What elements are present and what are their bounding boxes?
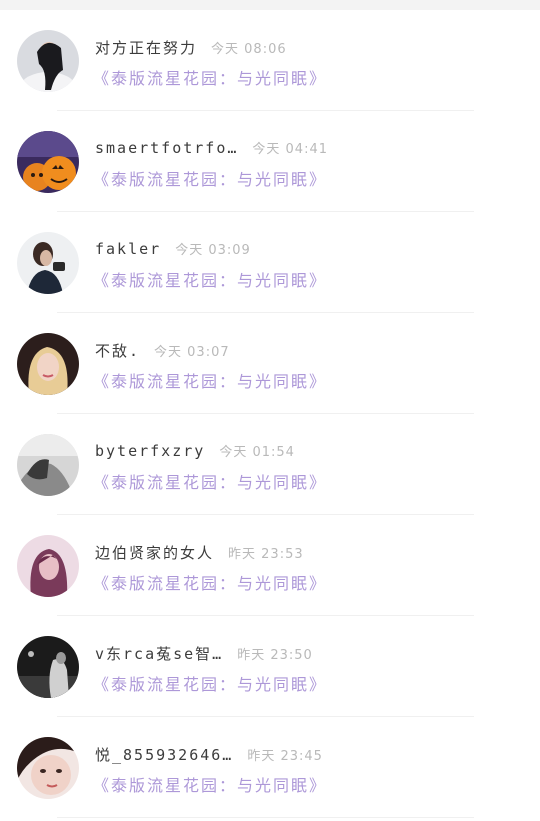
comment-item[interactable]: 对方正在努力 今天 08:06 《泰版流星花园：与光同眠》 [0,10,540,111]
avatar-dark-street-icon[interactable] [17,636,79,698]
comment-message: 《泰版流星花园：与光同眠》 [93,69,328,88]
comment-time: 今天 08:06 [211,42,287,57]
comment-message: 《泰版流星花园：与光同眠》 [93,271,328,290]
commenter-name[interactable]: v东rca菟se智… [95,643,223,664]
comment-time: 今天 01:54 [219,445,295,460]
avatar-blonde-girl-icon[interactable] [17,333,79,395]
comment-list: 对方正在努力 今天 08:06 《泰版流星花园：与光同眠》 smaertfotr… [0,10,540,818]
commenter-name[interactable]: 边伯贤家的女人 [95,542,214,563]
commenter-name[interactable]: fakler [95,240,161,258]
commenter-name[interactable]: byterfxzry [95,442,205,460]
comment-item[interactable]: byterfxzry 今天 01:54 《泰版流星花园：与光同眠》 [0,414,540,515]
comment-time: 昨天 23:50 [237,648,313,663]
comment-message: 《泰版流星花园：与光同眠》 [93,776,328,795]
avatar-bw-portrait-icon[interactable] [17,434,79,496]
comment-message: 《泰版流星花园：与光同眠》 [93,170,328,189]
comment-time: 昨天 23:45 [247,749,323,764]
item-divider [57,817,474,818]
comment-time: 昨天 23:53 [228,547,304,562]
commenter-name[interactable]: 对方正在努力 [95,37,197,58]
comment-item[interactable]: fakler 今天 03:09 《泰版流星花园：与光同眠》 [0,212,540,313]
avatar-pink-girl-icon[interactable] [17,535,79,597]
comment-item[interactable]: 边伯贤家的女人 昨天 23:53 《泰版流星花园：与光同眠》 [0,515,540,616]
top-divider-strip [0,0,540,10]
avatar-girl-white-shirt-icon[interactable] [17,30,79,92]
comment-time: 今天 03:09 [175,243,251,258]
comment-message: 《泰版流星花园：与光同眠》 [93,675,328,694]
comment-time: 今天 03:07 [154,345,230,360]
commenter-name[interactable]: smaertfotrfo… [95,139,238,157]
comment-item[interactable]: v东rca菟se智… 昨天 23:50 《泰版流星花园：与光同眠》 [0,616,540,717]
commenter-name[interactable]: 不敌. [95,340,140,361]
commenter-name[interactable]: 悦_855932646… [95,744,233,765]
comment-message: 《泰版流星花园：与光同眠》 [93,372,328,391]
comment-item[interactable]: smaertfotrfo… 今天 04:41 《泰版流星花园：与光同眠》 [0,111,540,212]
comment-message: 《泰版流星花园：与光同眠》 [93,574,328,593]
avatar-girl-closeup-icon[interactable] [17,737,79,799]
comment-item[interactable]: 悦_855932646… 昨天 23:45 《泰版流星花园：与光同眠》 [0,717,540,818]
avatar-girl-camera-icon[interactable] [17,232,79,294]
comment-time: 今天 04:41 [252,142,329,157]
comment-message: 《泰版流星花园：与光同眠》 [93,473,328,492]
avatar-pumpkin-lanterns-icon[interactable] [17,131,79,193]
comment-item[interactable]: 不敌. 今天 03:07 《泰版流星花园：与光同眠》 [0,313,540,414]
